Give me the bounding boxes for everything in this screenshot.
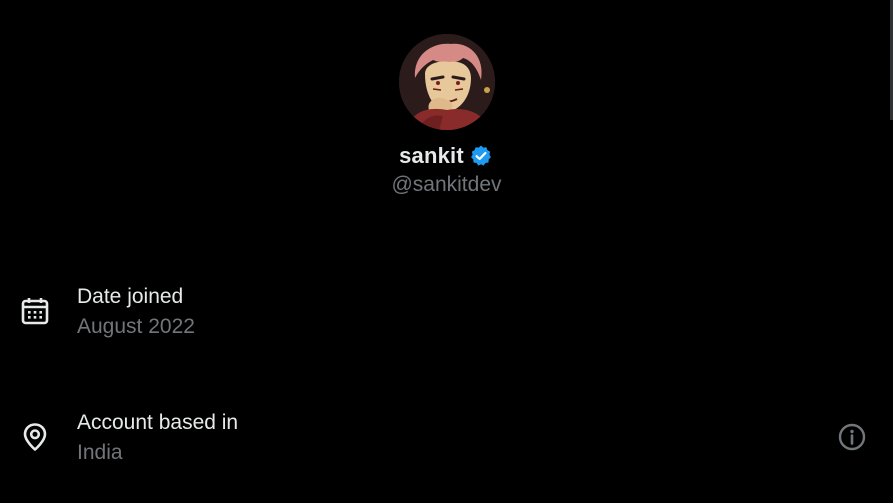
verified-badge-icon[interactable] — [468, 143, 494, 169]
info-icon[interactable] — [837, 422, 867, 452]
date-joined-text: Date joined August 2022 — [77, 282, 195, 342]
calendar-icon — [20, 296, 50, 326]
avatar-image — [398, 34, 495, 130]
date-joined-value: August 2022 — [77, 315, 195, 338]
profile-header: sankit @sankitdev — [0, 34, 893, 197]
account-location-value: India — [77, 441, 123, 464]
display-name: sankit — [399, 143, 464, 168]
account-location-label: Account based in — [77, 411, 239, 434]
avatar[interactable] — [398, 34, 495, 130]
account-location-row: Account based in India — [0, 408, 893, 472]
location-pin-icon — [20, 422, 50, 452]
name-row: sankit — [399, 143, 494, 169]
date-joined-label: Date joined — [77, 285, 184, 308]
user-handle: @sankitdev — [391, 173, 502, 196]
account-location-text: Account based in India — [77, 408, 238, 468]
date-joined-row: Date joined August 2022 — [0, 282, 893, 346]
